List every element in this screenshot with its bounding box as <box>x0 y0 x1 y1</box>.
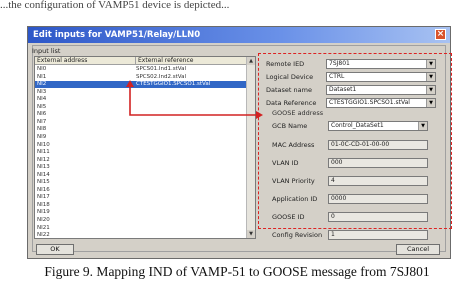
connector-arrows <box>126 80 263 119</box>
arrow-up-icon <box>126 80 134 87</box>
connector-line <box>129 86 186 116</box>
arrow-right-icon <box>256 111 263 119</box>
figure-caption: Figure 9. Mapping IND of VAMP-51 to GOOS… <box>44 264 430 279</box>
